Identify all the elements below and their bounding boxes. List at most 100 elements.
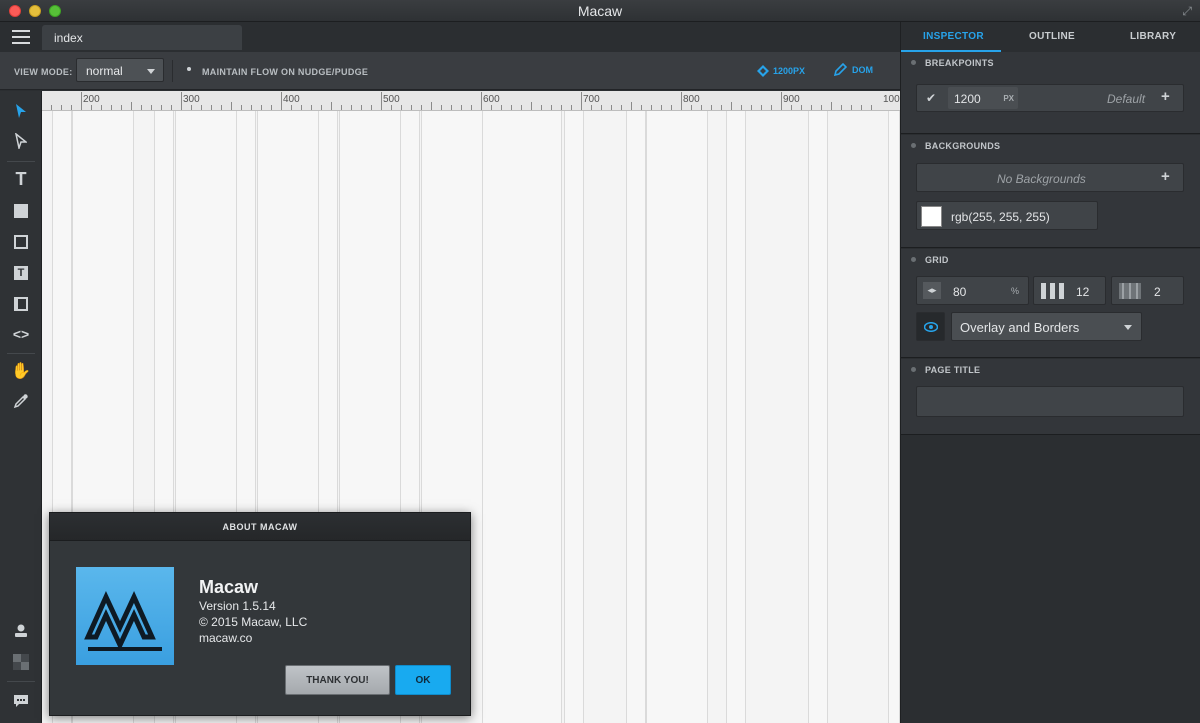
top-toolbar: VIEW MODE: normal MAINTAIN FLOW ON NUDGE… bbox=[0, 52, 900, 90]
section-dot-icon bbox=[911, 367, 916, 372]
ruler-tick bbox=[471, 105, 472, 110]
ruler-tick bbox=[611, 105, 612, 110]
thank-you-button[interactable]: THANK YOU! bbox=[285, 665, 390, 695]
ruler-tick bbox=[661, 105, 662, 110]
maintain-flow-toggle[interactable] bbox=[187, 67, 191, 71]
direct-select-arrow-icon[interactable] bbox=[11, 131, 31, 151]
ruler-tick bbox=[211, 105, 212, 110]
outline-box-icon[interactable] bbox=[11, 232, 31, 252]
ruler-tick bbox=[111, 105, 112, 110]
ruler-tick bbox=[461, 105, 462, 110]
view-mode-label: VIEW MODE: bbox=[14, 67, 73, 77]
columns-icon bbox=[1041, 283, 1064, 299]
ruler-tick bbox=[291, 105, 292, 110]
ruler-label: 200 bbox=[83, 94, 100, 105]
ruler-tick bbox=[701, 105, 702, 110]
breakpoint-button[interactable]: 1200PX bbox=[757, 64, 805, 78]
fullscreen-icon[interactable]: ⤢ bbox=[1182, 4, 1192, 19]
hand-icon[interactable]: ✋ bbox=[11, 361, 31, 381]
ruler-tick bbox=[341, 105, 342, 110]
inspector-tabs: INSPECTOR OUTLINE LIBRARY bbox=[901, 22, 1200, 52]
ruler-tick bbox=[711, 105, 712, 110]
app-window: Macaw ⤢ index VIEW MODE: normal MAINTAIN… bbox=[0, 0, 1200, 723]
page-title-input[interactable] bbox=[916, 386, 1184, 417]
ruler-tick bbox=[81, 92, 82, 110]
ruler-tick bbox=[91, 105, 92, 110]
background-color-field[interactable]: rgb(255, 255, 255) bbox=[916, 201, 1098, 230]
text-tool-icon[interactable]: T bbox=[11, 169, 31, 189]
grid-gutter-field[interactable]: 2 bbox=[1111, 276, 1184, 305]
grid-column bbox=[888, 111, 900, 723]
ruler-label: 1000 bbox=[883, 94, 900, 105]
ruler-label: 700 bbox=[583, 94, 600, 105]
ruler-tick bbox=[501, 105, 502, 110]
ruler-tick bbox=[331, 102, 332, 110]
about-website[interactable]: macaw.co bbox=[199, 631, 252, 645]
background-color-value: rgb(255, 255, 255) bbox=[951, 210, 1050, 224]
pencil-icon bbox=[834, 63, 847, 76]
about-dialog-title: ABOUT MACAW bbox=[50, 513, 470, 541]
ruler-tick bbox=[401, 105, 402, 110]
color-swatch[interactable] bbox=[921, 206, 942, 227]
ruler-tick bbox=[441, 105, 442, 110]
backgrounds-title: BACKGROUNDS bbox=[925, 141, 1001, 151]
ruler-tick bbox=[601, 105, 602, 110]
tab-outline[interactable]: OUTLINE bbox=[1029, 31, 1075, 42]
horizontal-ruler[interactable]: 200 300 400 500 600 700 800 900 1000 bbox=[42, 91, 900, 111]
breakpoint-row[interactable]: ✔ 1200 PX Default + bbox=[916, 84, 1184, 112]
hamburger-menu-icon[interactable] bbox=[12, 30, 30, 44]
breakpoint-width-input[interactable]: 1200 PX bbox=[948, 87, 1018, 109]
ruler-tick bbox=[101, 105, 102, 110]
ruler-tick bbox=[451, 105, 452, 110]
breakpoint-name: Default bbox=[1107, 92, 1146, 106]
ruler-tick bbox=[381, 92, 382, 110]
maintain-flow-label: MAINTAIN FLOW ON NUDGE/PUDGE bbox=[202, 67, 369, 77]
grid-visibility-toggle[interactable] bbox=[916, 312, 945, 341]
ruler-tick bbox=[511, 105, 512, 110]
grid-width-unit: % bbox=[1011, 286, 1020, 296]
backgrounds-section: BACKGROUNDS No Backgrounds + rgb(255, 25… bbox=[901, 135, 1200, 248]
tab-library[interactable]: LIBRARY bbox=[1130, 31, 1176, 42]
user-icon[interactable] bbox=[11, 621, 31, 641]
ruler-tick bbox=[581, 92, 582, 110]
breakpoint-unit: PX bbox=[1003, 94, 1014, 103]
ruler-tick bbox=[141, 105, 142, 110]
code-icon[interactable]: <> bbox=[11, 324, 31, 344]
ruler-tick bbox=[171, 105, 172, 110]
view-mode-select[interactable]: normal bbox=[76, 58, 164, 82]
no-backgrounds-text: No Backgrounds bbox=[997, 172, 1086, 186]
backgrounds-list[interactable]: No Backgrounds + bbox=[916, 163, 1184, 192]
image-tool-icon[interactable] bbox=[11, 294, 31, 314]
chat-icon[interactable] bbox=[11, 691, 31, 711]
about-dialog: ABOUT MACAW Macaw Version 1.5.14 © 2015 … bbox=[49, 512, 471, 716]
about-copyright: © 2015 Macaw, LLC bbox=[199, 615, 308, 629]
eye-icon bbox=[924, 322, 938, 332]
grid-columns-value: 12 bbox=[1076, 285, 1090, 299]
ruler-tick bbox=[251, 105, 252, 110]
grid-width-icon: ◂▸ bbox=[923, 282, 941, 299]
document-tab-label: index bbox=[54, 31, 83, 45]
text-box-icon[interactable]: T bbox=[11, 263, 31, 283]
grid-display-select[interactable]: Overlay and Borders bbox=[951, 312, 1142, 341]
eyedropper-icon[interactable] bbox=[11, 391, 31, 411]
ruler-tick bbox=[561, 105, 562, 110]
ruler-tick bbox=[191, 105, 192, 110]
dom-button[interactable]: DOM bbox=[834, 63, 873, 76]
ruler-tick bbox=[261, 105, 262, 110]
add-background-button[interactable]: + bbox=[1161, 168, 1170, 185]
document-tab[interactable]: index bbox=[42, 25, 242, 50]
grid-columns-field[interactable]: 12 bbox=[1033, 276, 1106, 305]
filled-box-icon[interactable] bbox=[11, 201, 31, 221]
ruler-tick bbox=[61, 105, 62, 110]
ok-button[interactable]: OK bbox=[395, 665, 451, 695]
ruler-tick bbox=[151, 105, 152, 110]
ruler-tick bbox=[271, 105, 272, 110]
ruler-tick bbox=[721, 105, 722, 110]
add-breakpoint-button[interactable]: + bbox=[1161, 88, 1170, 105]
grid-width-field[interactable]: ◂▸ 80 % bbox=[916, 276, 1029, 305]
select-arrow-icon[interactable] bbox=[11, 101, 31, 121]
transparency-icon[interactable] bbox=[11, 652, 31, 672]
ruler-tick bbox=[551, 105, 552, 110]
tab-inspector[interactable]: INSPECTOR bbox=[923, 31, 984, 42]
window-title: Macaw bbox=[577, 3, 623, 19]
